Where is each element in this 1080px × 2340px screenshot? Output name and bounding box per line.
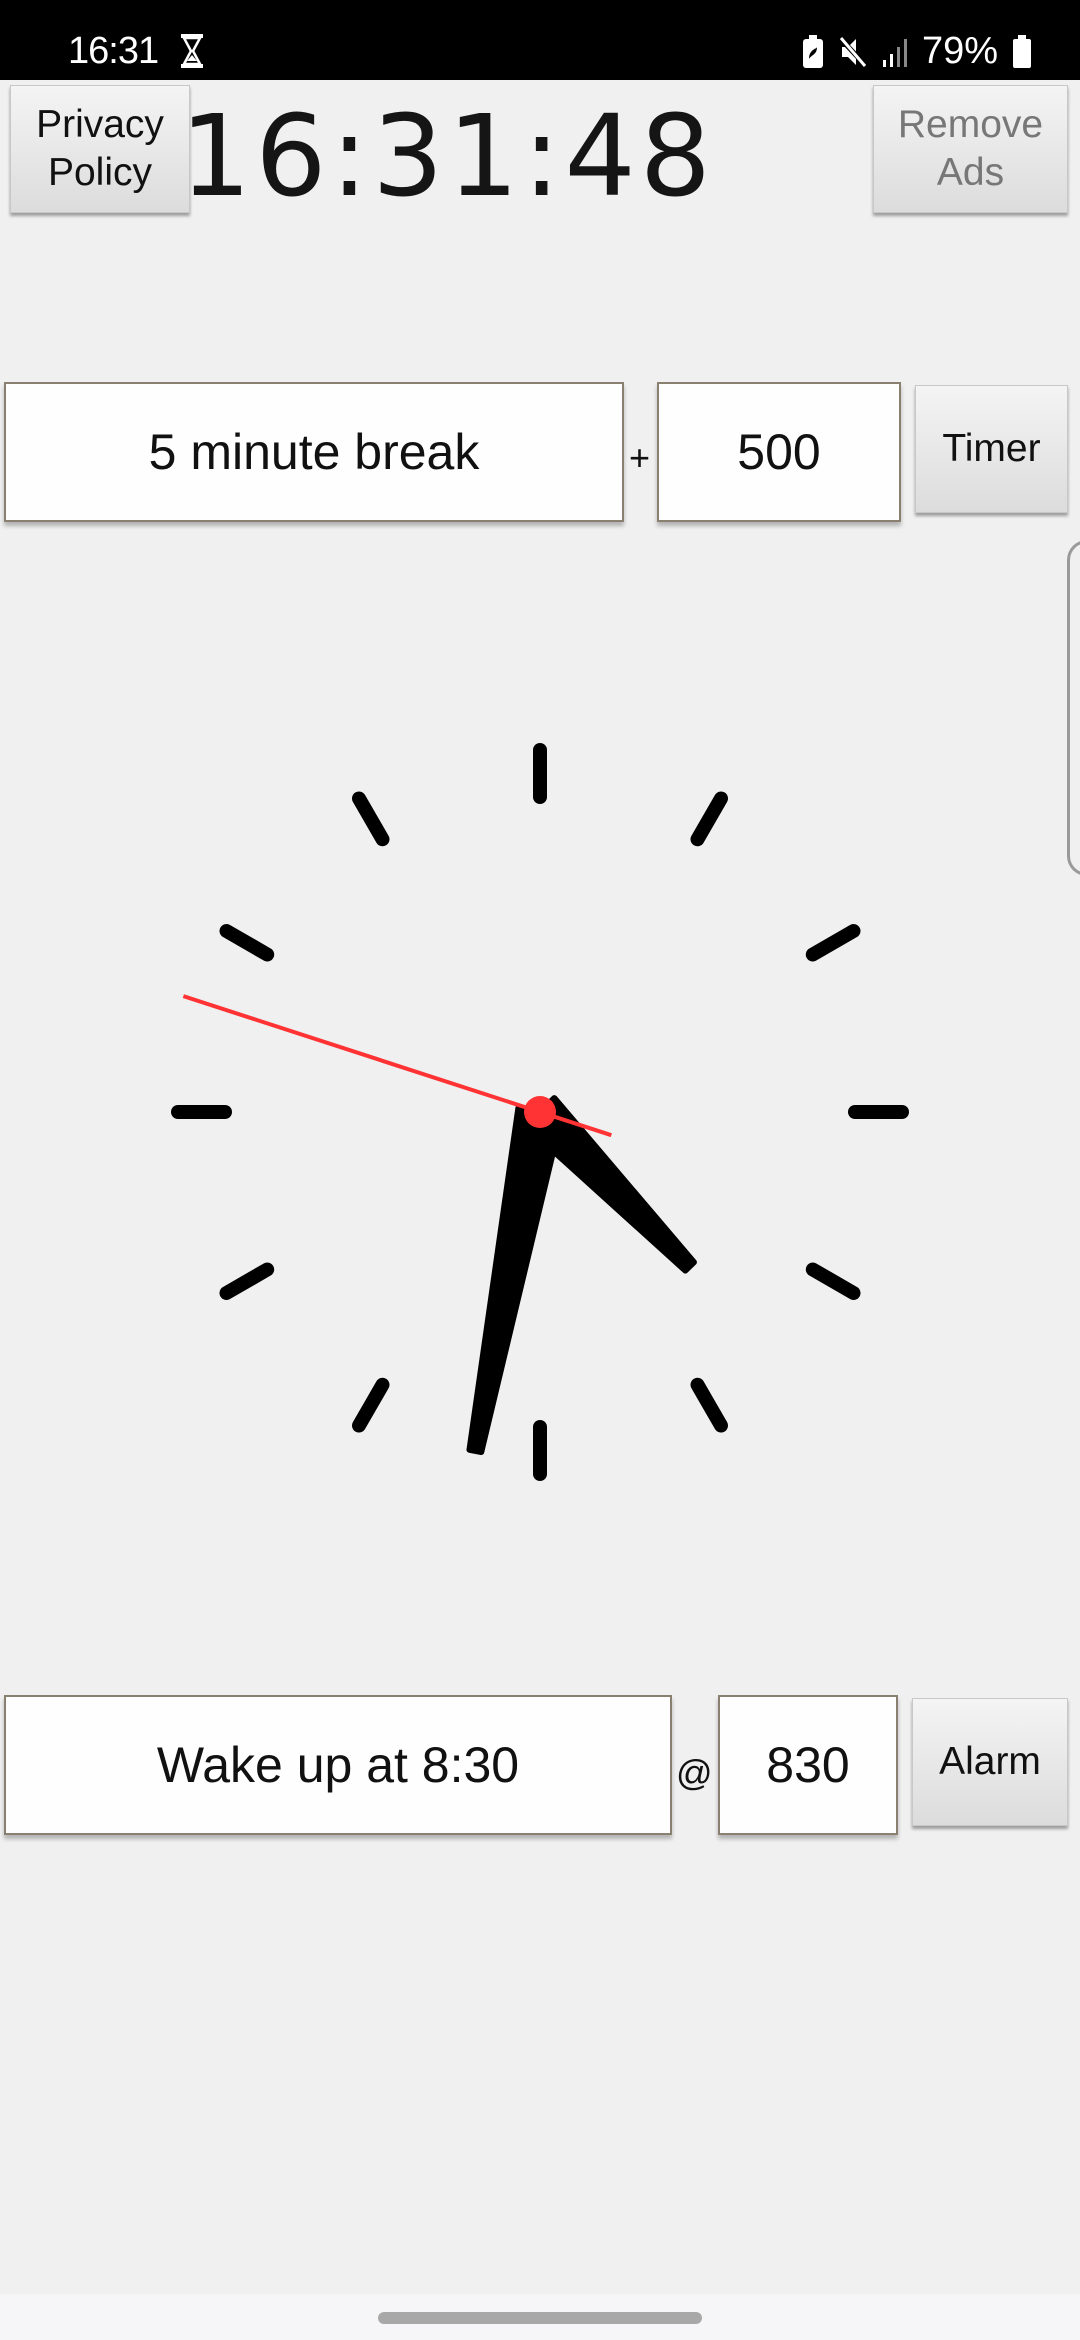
- timer-plus-separator: +: [629, 437, 651, 478]
- alarm-time-input[interactable]: 830: [718, 1695, 898, 1835]
- edge-panel-handle[interactable]: [1067, 540, 1080, 876]
- privacy-label-line2: Policy: [47, 151, 153, 194]
- privacy-label-line1: Privacy: [36, 103, 164, 146]
- alarm-at-separator: @: [676, 1752, 713, 1793]
- signal-icon: [882, 38, 907, 67]
- privacy-policy-button[interactable]: Privacy Policy: [10, 85, 190, 213]
- status-icons: 79%: [802, 30, 1032, 73]
- remove-ads-button[interactable]: Remove Ads: [873, 85, 1068, 213]
- clock-tick-7: [352, 1377, 390, 1433]
- hourglass-icon: [181, 34, 203, 68]
- clock-tick-5: [690, 1377, 728, 1433]
- clock-tick-4: [805, 1262, 861, 1300]
- home-gesture-pill[interactable]: [378, 2312, 702, 2324]
- clock-tick-10: [219, 924, 275, 962]
- status-bar: 16:31 79%: [0, 0, 1080, 80]
- battery-percent: 79%: [921, 30, 998, 72]
- mute-icon: [838, 35, 868, 68]
- clock-tick-1: [690, 791, 728, 847]
- timer-duration-input[interactable]: 500: [657, 382, 901, 522]
- timer-label-input[interactable]: 5 minute break: [4, 382, 624, 522]
- timer-button[interactable]: Timer: [915, 385, 1068, 513]
- remove-ads-line2: Ads: [936, 151, 1005, 194]
- clock-tick-8: [219, 1262, 275, 1300]
- remove-ads-line1: Remove: [897, 103, 1044, 146]
- clock-tick-11: [352, 791, 390, 847]
- analog-clock: [171, 743, 909, 1481]
- battery-icon: [1013, 34, 1031, 68]
- minute-hand: [466, 1104, 565, 1456]
- alarm-label-input[interactable]: Wake up at 8:30: [4, 1695, 672, 1835]
- clock-tick-2: [805, 924, 861, 962]
- clock-center-pin: [524, 1096, 556, 1128]
- digital-clock: 16:31:48: [180, 92, 716, 222]
- alarm-button[interactable]: Alarm: [912, 1698, 1068, 1826]
- battery-saver-icon: [802, 34, 823, 68]
- status-time: 16:31: [68, 30, 159, 72]
